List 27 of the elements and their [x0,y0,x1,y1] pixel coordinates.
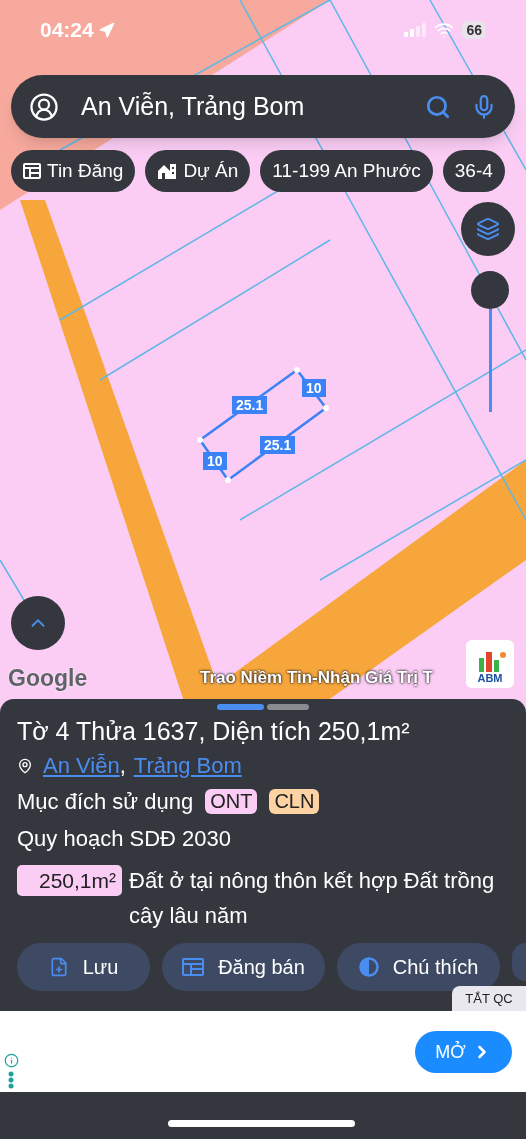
action-button[interactable]: Chú thích [337,943,500,991]
search-field[interactable]: An Viễn, Trảng Bom [81,87,425,126]
status-time: 04:24 [40,17,94,44]
dimension-label: 10 [203,452,227,470]
dimension-label: 25.1 [260,436,296,454]
battery-icon: 66 [462,21,486,39]
district-link[interactable]: Trảng Bom [133,751,242,781]
filter-chip[interactable]: 11-199 An Phước [260,150,433,192]
dimension-label: 10 [302,379,326,397]
land-use-tag: CLN [269,789,320,814]
action-button[interactable]: Lưu [17,943,150,991]
hide-ads-tab[interactable]: TẮT QC [452,986,526,1012]
dimension-label: 25.1 [232,396,268,414]
filter-chip[interactable]: Tin Đăng [11,150,136,192]
commune-link[interactable]: An Viễn [43,751,120,781]
zone-description: Đất ở tại nông thôn kết hợp Đất trồng cây lâu năm [129,867,496,930]
purpose-label: Mục đích sử dụng [17,788,194,816]
filter-chip[interactable]: Dự Án [145,150,251,192]
google-attribution: Google [8,664,88,693]
planning-label: Quy hoạch SDĐ 2030 [17,825,233,853]
action-button[interactable]: Đăng bán [162,943,325,991]
land-use-tag: ONT [205,789,258,814]
logo-text: ABM [477,672,503,684]
area-tag: 250,1m² [17,865,123,896]
separator-text: , [119,752,126,780]
search-bar[interactable]: An Viễn, Trảng Bom [11,75,515,138]
parcel-title: Tờ 4 Thửa 1637, Diện tích 250,1m² [17,716,411,747]
